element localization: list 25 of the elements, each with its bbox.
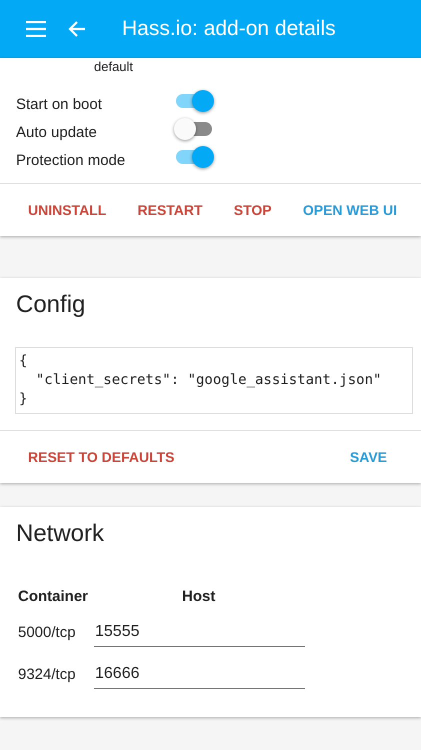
card-title: Config [15,290,86,320]
toggle-switch[interactable] [174,117,214,141]
menu-icon[interactable] [26,21,46,37]
host-port-field[interactable]: 16666 [94,661,305,689]
back-arrow-icon[interactable] [68,20,86,38]
option-label: Protection mode [16,150,126,168]
action-button[interactable]: UNINSTALL [16,194,118,226]
toggle-switch[interactable] [174,89,214,113]
toggle-switch[interactable] [174,145,214,169]
action-button[interactable]: RESTART [126,194,215,226]
column-header: Container [18,588,90,605]
page-title: Hass.io: add-on details [122,17,336,41]
container-port: 5000/tcp [18,624,77,643]
action-button[interactable]: STOP [222,194,284,226]
column-header: Host [181,588,216,605]
card-title: Network [15,519,106,549]
action-button[interactable]: RESET TO DEFAULTS [16,441,186,473]
config-editor[interactable]: { "client_secrets": "google_assistant.json" } [15,347,413,414]
option-label: Start on boot [16,94,103,112]
action-button[interactable]: OPEN WEB UI [290,194,409,226]
option-label: Auto update [16,122,98,140]
info-text: default [93,58,134,76]
host-port-field[interactable]: 15555 [94,619,305,647]
container-port: 9324/tcp [18,666,77,685]
action-button[interactable]: SAVE [338,441,399,473]
